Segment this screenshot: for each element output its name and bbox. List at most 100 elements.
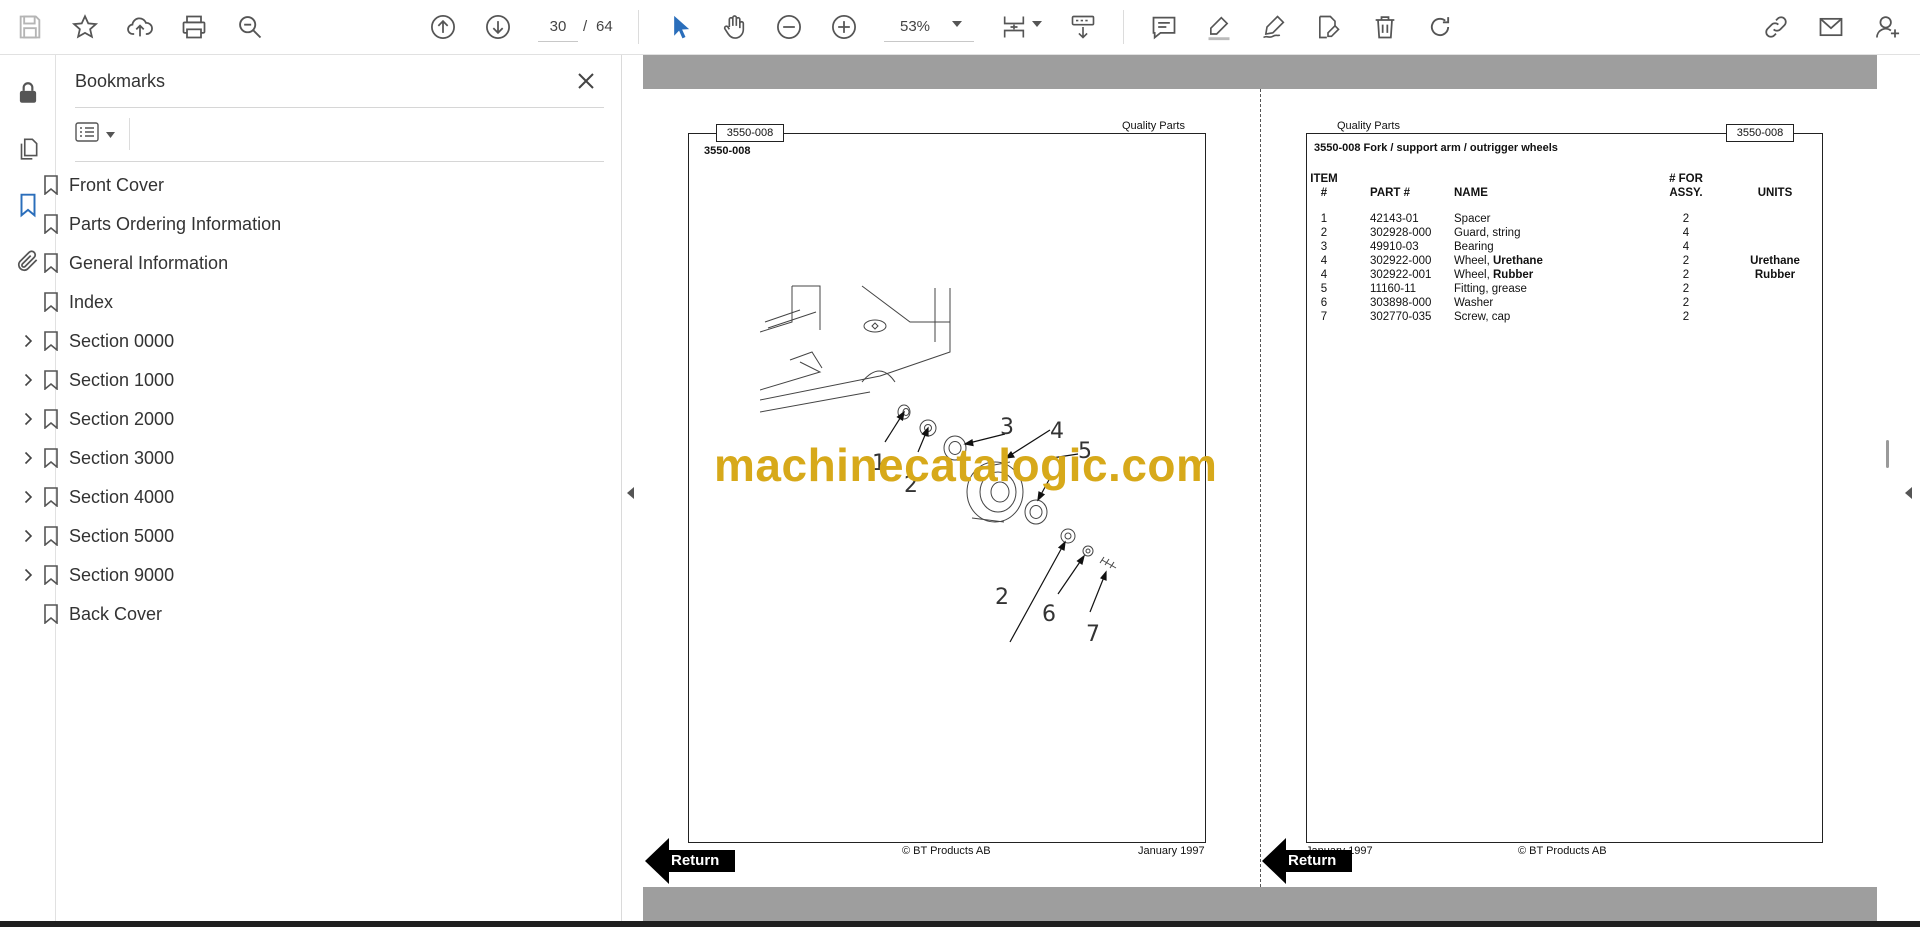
bookmark-icon [40,407,62,431]
cell-part: 302922-001 [1370,269,1432,281]
cell-name: Spacer [1454,213,1491,225]
highlight-pen-icon[interactable] [1201,9,1237,45]
cell-item: 2 [1320,227,1328,239]
bookmark-icon [40,212,62,236]
share-user-icon[interactable] [1870,9,1906,45]
chevron-right-icon[interactable] [20,488,36,506]
bookmark-item[interactable]: Section 5000 [0,518,566,554]
col-qty-header: # FOR [1669,173,1703,185]
chevron-right-icon[interactable] [20,332,36,350]
bookmark-label: Section 4000 [69,487,175,507]
bookmark-label: Section 9000 [69,565,175,585]
page-thumbnails-icon[interactable] [10,131,46,167]
table-row: 4 302922-001 Wheel, Rubber 2 Rubber [1305,269,1807,283]
bookmark-item[interactable]: Section 2000 [0,401,566,437]
page-number-input[interactable] [538,12,578,42]
chevron-right-icon[interactable] [20,566,36,584]
cell-item: 3 [1320,241,1328,253]
bookmark-item[interactable]: Parts Ordering Information [0,206,566,242]
next-page-icon[interactable] [480,9,516,45]
scroll-mode-icon[interactable] [1065,9,1101,45]
cell-part: 302770-035 [1370,311,1432,323]
callout-7: 7 [1086,622,1100,647]
bookmark-icon [40,290,62,314]
panel-divider [75,161,604,162]
bookmark-item[interactable]: Section 1000 [0,362,566,398]
chevron-right-icon[interactable] [20,449,36,467]
page-total-count: 64 [596,18,613,35]
save-icon[interactable] [12,9,48,45]
select-cursor-icon[interactable] [662,9,698,45]
pdf-viewer-window: / 64 [0,0,1920,927]
cell-part: 49910-03 [1370,241,1419,253]
bookmark-item[interactable]: Section 9000 [0,557,566,593]
cell-qty: 4 [1682,227,1690,239]
panel-divider [75,107,604,108]
bookmark-label: Section 1000 [69,370,175,390]
panel-toolbar-divider [129,118,130,150]
close-icon[interactable] [572,67,600,95]
right-page-header: Quality Parts [1337,120,1400,132]
find-zoom-icon[interactable] [232,9,268,45]
bookmark-item[interactable]: General Information [0,245,566,281]
col-name-header: NAME [1454,187,1488,199]
print-icon[interactable] [176,9,212,45]
bookmark-item[interactable]: Front Cover [0,167,566,203]
delete-trash-icon[interactable] [1367,9,1403,45]
col-qty-header: ASSY. [1669,187,1703,199]
bookmark-options-menu[interactable] [75,119,121,149]
chevron-right-icon[interactable] [20,410,36,428]
cell-qty: 2 [1682,255,1690,267]
page-fit-dropdown-caret-icon[interactable] [1032,21,1042,27]
comment-icon[interactable] [1146,9,1182,45]
zoom-in-icon[interactable] [826,9,862,45]
cell-name-bold: Rubber [1493,269,1534,281]
page-fit-icon[interactable] [996,9,1032,45]
cell-part: 302928-000 [1370,227,1432,239]
chevron-right-icon[interactable] [20,371,36,389]
vertical-scrollbar-thumb[interactable] [1886,440,1889,468]
bookmark-label: Section 3000 [69,448,175,468]
chevron-right-icon[interactable] [20,527,36,545]
bookmark-label: Section 5000 [69,526,175,546]
col-part-header: PART # [1370,187,1411,199]
bookmark-label: Index [69,292,114,312]
bookmark-item[interactable]: Section 0000 [0,323,566,359]
previous-page-icon[interactable] [425,9,461,45]
cell-qty: 4 [1682,241,1690,253]
lock-icon[interactable] [10,75,46,111]
star-icon[interactable] [67,9,103,45]
bookmark-icon [40,446,62,470]
bookmark-item[interactable]: Index [0,284,566,320]
rotate-icon[interactable] [1422,9,1458,45]
cell-item: 1 [1320,213,1328,225]
bookmark-label: Section 2000 [69,409,175,429]
return-label: Return [671,852,720,869]
taskbar-edge [0,921,1920,927]
cell-name: Bearing [1454,241,1494,253]
cell-qty: 2 [1682,269,1690,281]
bookmark-item[interactable]: Section 3000 [0,440,566,476]
bookmark-item[interactable]: Back Cover [0,596,566,632]
list-options-icon [75,121,101,147]
email-icon[interactable] [1813,9,1849,45]
bookmark-item[interactable]: Section 4000 [0,479,566,515]
table-header-row: # PART # NAME ASSY. UNITS [1305,187,1807,201]
edit-pdf-icon[interactable] [1310,9,1346,45]
zoom-out-icon[interactable] [771,9,807,45]
zoom-level-input[interactable] [884,12,974,42]
right-return-button[interactable]: Return [1262,838,1362,884]
table-row: 7 302770-035 Screw, cap 2 [1305,311,1807,325]
cell-unit: Urethane [1750,255,1800,267]
share-link-icon[interactable] [1758,9,1794,45]
collapse-panel-arrow-icon[interactable] [622,478,640,508]
upload-cloud-icon[interactable] [122,9,158,45]
left-return-button[interactable]: Return [645,838,745,884]
zoom-dropdown-caret-icon[interactable] [952,21,962,27]
draw-signature-icon[interactable] [1256,9,1292,45]
hand-tool-icon[interactable] [716,9,752,45]
expand-right-pane-arrow-icon[interactable] [1900,478,1918,508]
bookmark-label: Parts Ordering Information [69,214,282,234]
bookmark-icon [40,173,62,197]
callout-2b: 2 [995,585,1009,610]
